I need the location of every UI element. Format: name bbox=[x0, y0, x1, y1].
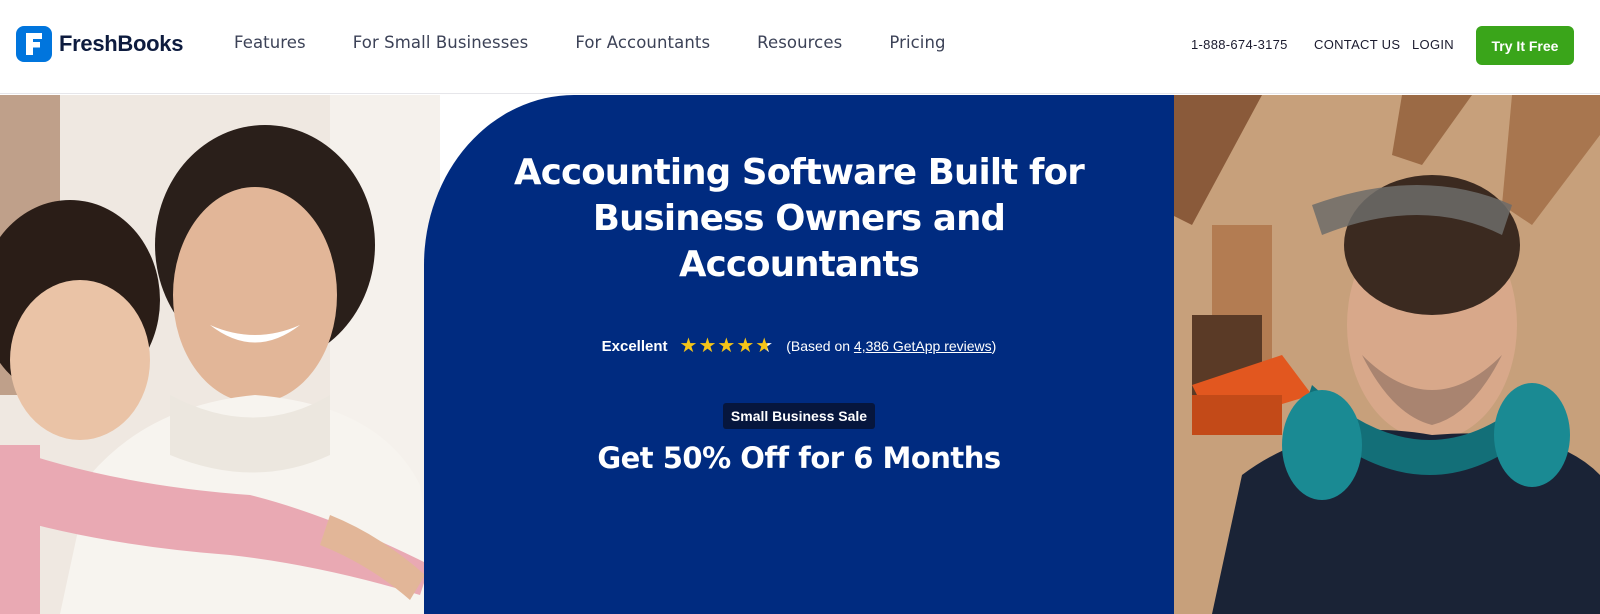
star-rating: ★ ★ ★ ★ ★ bbox=[680, 336, 775, 356]
freshbooks-logo[interactable]: FreshBooks bbox=[16, 26, 183, 62]
headline-line-2: Business Owners and bbox=[592, 198, 1006, 239]
nav-resources[interactable]: Resources bbox=[757, 33, 842, 52]
getapp-reviews-link[interactable]: 4,386 GetApp reviews bbox=[854, 338, 992, 354]
partial-star-icon: ★ bbox=[755, 335, 774, 357]
nav-for-accountants[interactable]: For Accountants bbox=[575, 33, 710, 52]
try-it-free-button[interactable]: Try It Free bbox=[1476, 26, 1574, 65]
sale-badge-wrap: Small Business Sale bbox=[424, 403, 1174, 429]
headline-line-3: Accountants bbox=[679, 244, 920, 285]
login-link[interactable]: LOGIN bbox=[1412, 37, 1454, 52]
main-nav: Features For Small Businesses For Accoun… bbox=[234, 33, 993, 52]
nav-pricing[interactable]: Pricing bbox=[889, 33, 945, 52]
nav-features[interactable]: Features bbox=[234, 33, 306, 52]
phone-number-link[interactable]: 1-888-674-3175 bbox=[1191, 37, 1288, 52]
contact-us-link[interactable]: CONTACT US bbox=[1314, 37, 1400, 52]
star-icon: ★ bbox=[698, 335, 717, 357]
nav-for-small-businesses[interactable]: For Small Businesses bbox=[353, 33, 529, 52]
review-suffix: ) bbox=[991, 338, 997, 354]
offer-heading: Get 50% Off for 6 Months bbox=[597, 441, 1001, 475]
login-wrap: LOGIN bbox=[1412, 37, 1454, 52]
logo-text: FreshBooks bbox=[59, 31, 184, 56]
review-prefix: (Based on bbox=[786, 338, 854, 354]
rating-row: Excellent ★ ★ ★ ★ ★ (Based on 4,386 GetA… bbox=[424, 336, 1174, 356]
man-with-safety-glasses-and-earmuffs-photo bbox=[1172, 95, 1600, 614]
star-icon: ★ bbox=[679, 335, 698, 357]
star-icon: ★ bbox=[717, 335, 736, 357]
review-count-text: (Based on 4,386 GetApp reviews) bbox=[786, 338, 996, 354]
hero-headline: Accounting Software Built for Business O… bbox=[424, 150, 1174, 288]
freshbooks-logo-icon bbox=[16, 26, 52, 62]
phone-number-wrap: 1-888-674-3175 bbox=[1191, 37, 1288, 52]
headline-line-1: Accounting Software Built for bbox=[514, 152, 1085, 193]
mother-and-daughter-photo bbox=[0, 95, 440, 614]
contact-wrap: CONTACT US bbox=[1314, 37, 1400, 52]
sale-badge: Small Business Sale bbox=[722, 403, 876, 429]
site-header: FreshBooks Features For Small Businesses… bbox=[0, 0, 1600, 94]
rating-label: Excellent bbox=[601, 337, 668, 355]
star-icon: ★ bbox=[736, 335, 755, 357]
